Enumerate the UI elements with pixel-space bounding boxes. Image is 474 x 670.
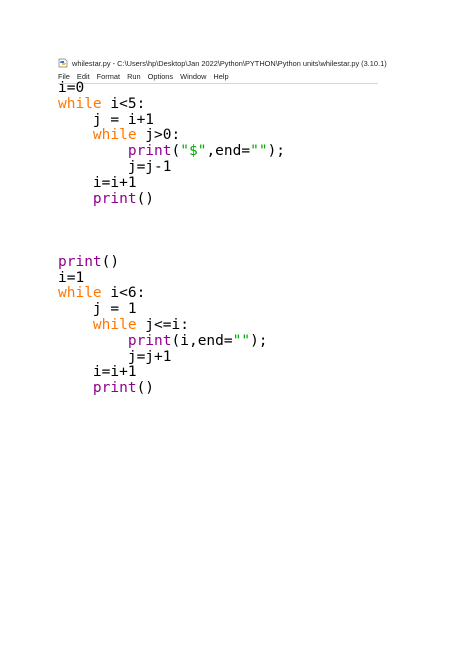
code-line: print("$",end=""); [58, 143, 418, 160]
code-line: i=0 [58, 80, 418, 97]
menu-window[interactable]: Window [180, 72, 206, 81]
code-token: j=j-1 [58, 158, 172, 175]
code-token: ); [267, 143, 286, 160]
code-editor[interactable]: i=0 while i<5: j = i+1 while j>0: print("… [58, 80, 418, 397]
menu-options[interactable]: Options [148, 72, 173, 81]
code-token: () [101, 253, 120, 270]
code-line: i=i+1 [58, 364, 418, 381]
code-token: "" [250, 143, 268, 160]
code-token: j = 1 [58, 301, 137, 318]
code-token: print [92, 190, 137, 207]
code-token: j = i+1 [58, 111, 155, 128]
code-token: ); [250, 332, 268, 349]
code-token: () [136, 190, 155, 207]
code-token: while [92, 316, 137, 333]
code-token: (i,end= [171, 332, 233, 349]
code-line: while j<=i: [58, 316, 418, 334]
code-line: j=j+1 [58, 348, 418, 366]
code-token: j<=i: [136, 316, 189, 333]
code-line: print() [58, 190, 418, 208]
code-token: j>0: [136, 127, 181, 144]
code-line: j = 1 [58, 301, 418, 318]
code-token: j=j+1 [58, 348, 172, 365]
code-line: print(i,end=""); [58, 332, 418, 350]
code-token: i=i+1 [58, 364, 137, 381]
code-line: j = i+1 [58, 111, 418, 129]
code-token: i=i+1 [58, 174, 137, 191]
code-line: i=1 [58, 269, 418, 287]
blank-lines [58, 207, 418, 254]
window-title: whilestar.py - C:\Users\hp\Desktop\Jan 2… [72, 58, 387, 68]
code-block-1: i=0 while i<5: j = i+1 while j>0: print("… [58, 80, 418, 208]
code-token: while [58, 95, 102, 112]
code-line: print() [58, 253, 418, 271]
menu-help[interactable]: Help [213, 72, 228, 81]
code-token: i=0 [58, 80, 85, 96]
code-block-2: print() i=1 while i<6: j = 1 while j<=i: p… [58, 253, 418, 397]
code-token: while [92, 127, 137, 144]
code-line: while j>0: [58, 127, 418, 144]
code-token: i<5: [101, 95, 146, 112]
code-token: print [127, 332, 172, 349]
menu-run[interactable]: Run [127, 72, 141, 81]
code-token: print [58, 253, 102, 270]
code-token: "" [232, 332, 251, 349]
code-token: "$" [180, 143, 207, 160]
code-token: print [127, 143, 172, 160]
code-token: print [92, 380, 137, 397]
menu-format[interactable]: Format [97, 72, 120, 81]
code-line: print() [58, 380, 418, 397]
code-token: while [58, 285, 102, 302]
code-token: ,end= [206, 143, 251, 160]
code-token: () [136, 380, 155, 397]
python-idle-icon [58, 58, 68, 68]
code-line: i=i+1 [58, 174, 418, 192]
code-token: i=1 [58, 269, 85, 286]
code-token: ( [171, 143, 181, 160]
code-line: j=j-1 [58, 158, 418, 176]
code-token: i<6: [101, 285, 146, 302]
code-line: while i<6: [58, 285, 418, 302]
title-bar: whilestar.py - C:\Users\hp\Desktop\Jan 2… [58, 56, 387, 70]
code-line: while i<5: [58, 95, 418, 113]
